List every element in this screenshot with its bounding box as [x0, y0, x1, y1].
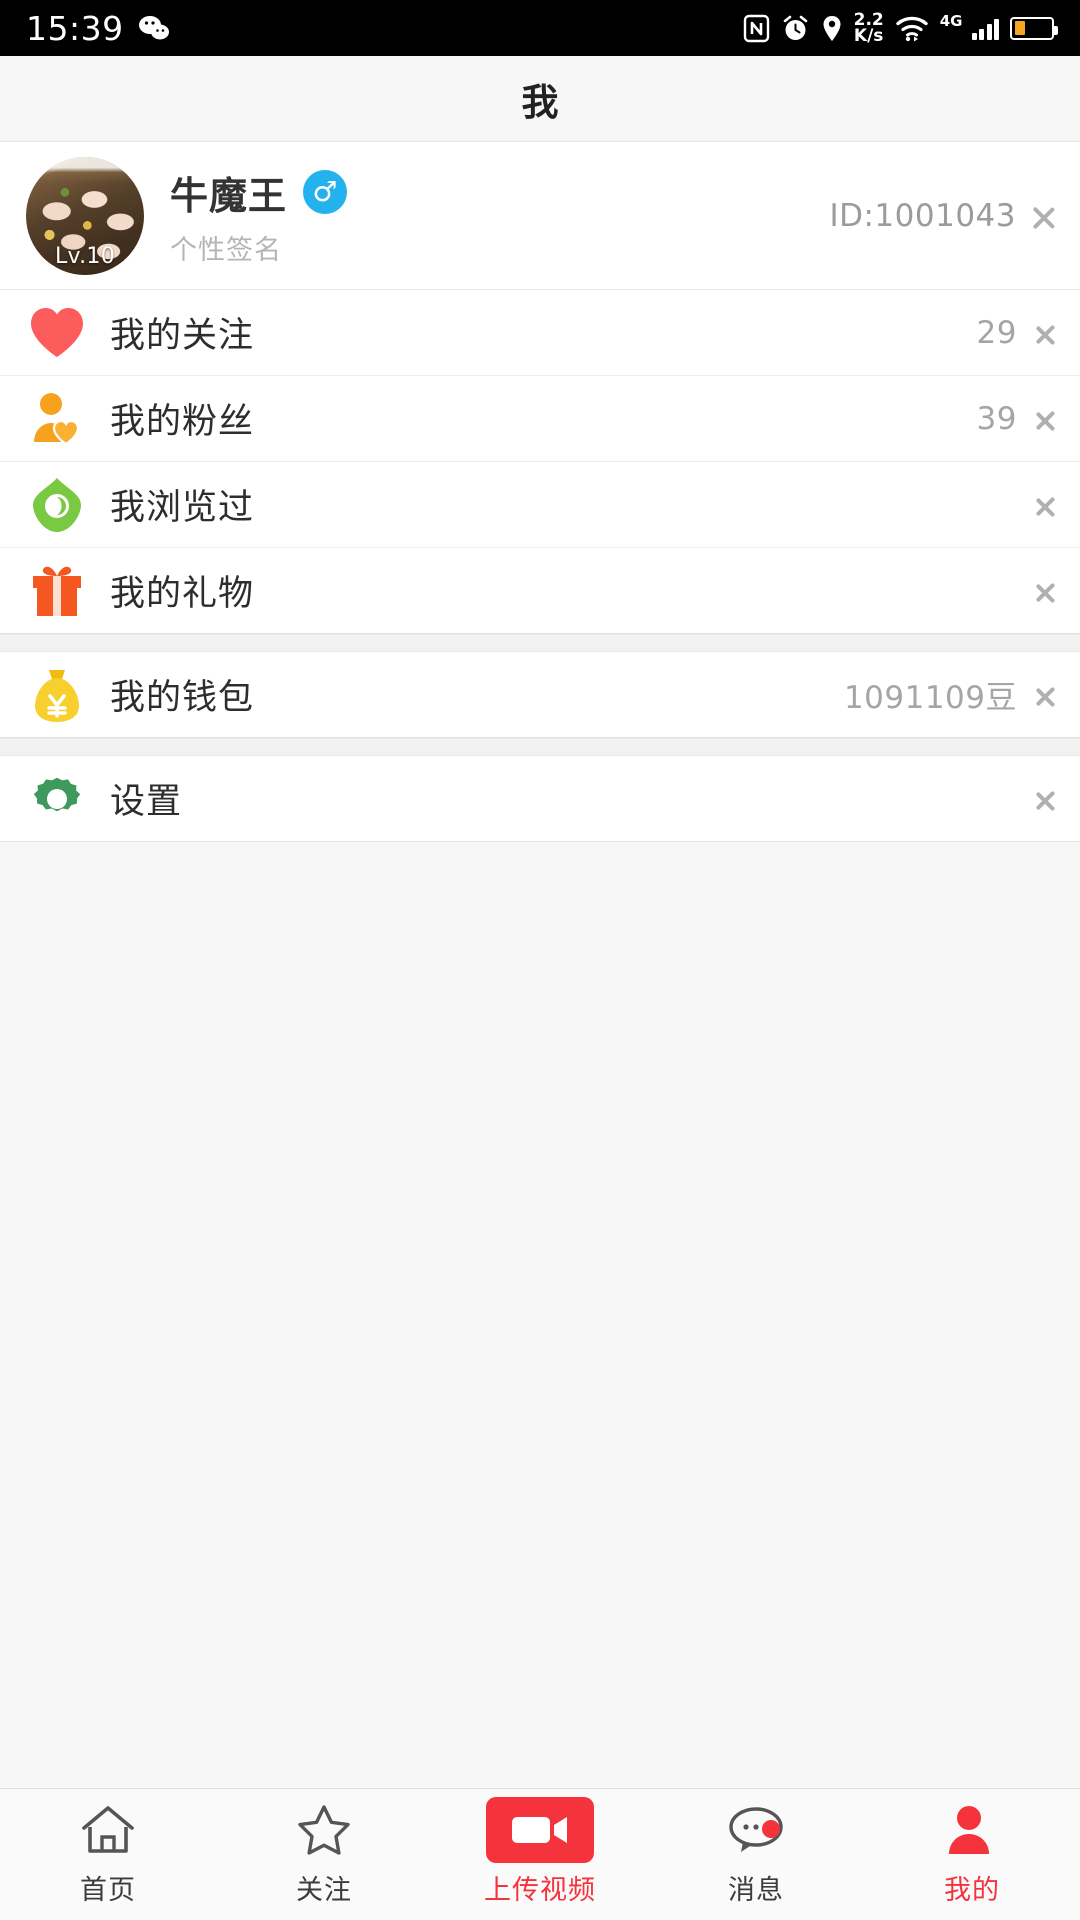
profile-info: 牛魔王 ♂ 个性签名: [170, 165, 348, 267]
nfc-icon: [743, 14, 770, 43]
group-separator: [0, 738, 1080, 756]
menu-item-label: 我浏览过: [110, 488, 255, 528]
money-bag-icon: [26, 664, 88, 726]
avatar[interactable]: Lv.10: [26, 156, 144, 275]
menu-item-label: 设置: [110, 782, 183, 822]
eye-icon: [26, 474, 88, 536]
network-speed: 2.2 K/s: [853, 11, 884, 46]
profile-id: ID:1001043: [829, 197, 1016, 234]
menu-item-gifts[interactable]: 我的礼物: [0, 548, 1080, 634]
network-type: 4G: [939, 12, 963, 30]
menu-item-value: 29: [976, 314, 1017, 351]
menu-item-right: [1017, 574, 1054, 608]
page-title: 我: [521, 80, 559, 124]
menu-group-two: 我的钱包 1091109豆: [0, 652, 1080, 738]
menu-item-right: 29: [977, 315, 1054, 351]
tab-label: 关注: [296, 1875, 352, 1906]
tab-label: 我的: [944, 1875, 1000, 1906]
menu-item-right: [1017, 782, 1054, 816]
gift-icon: [26, 560, 88, 622]
video-camera-icon: [486, 1797, 594, 1863]
alarm-icon: [781, 14, 810, 43]
empty-area: [0, 842, 1080, 1788]
tab-label: 上传视频: [484, 1875, 596, 1906]
menu-item-label: 我的钱包: [110, 678, 255, 718]
tab-mine[interactable]: 我的: [762, 1802, 1080, 1907]
heart-icon: [26, 302, 88, 364]
status-bar-right: 2.2 K/s 4G: [743, 11, 1058, 46]
menu-item-right: 1091109豆: [844, 672, 1054, 717]
status-bar-left: 15:39: [26, 9, 170, 48]
chevron-right-icon: [1035, 678, 1054, 712]
menu-item-right: 39: [977, 401, 1054, 437]
profile-signature: 个性签名: [170, 234, 282, 266]
menu-item-label: 我的关注: [110, 316, 255, 356]
group-separator: [0, 634, 1080, 652]
tab-message[interactable]: 消息: [648, 1802, 864, 1907]
menu-item-following[interactable]: 我的关注 29: [0, 290, 1080, 376]
tab-upload-video[interactable]: 上传视频: [432, 1797, 648, 1907]
notification-dot: [762, 1820, 780, 1838]
menu-item-label: 我的礼物: [110, 574, 255, 614]
bottom-navigation: 首页 关注 上传视频 消息 我的: [0, 1788, 1080, 1920]
status-time: 15:39: [26, 8, 124, 48]
chevron-right-icon: [1035, 488, 1054, 522]
page-title-bar: 我: [0, 56, 1080, 142]
menu-item-browsed[interactable]: 我浏览过: [0, 462, 1080, 548]
menu-item-value: 1091109豆: [843, 680, 1017, 716]
battery-icon: [1010, 16, 1058, 40]
tab-home[interactable]: 首页: [0, 1802, 216, 1907]
menu-group-three: 设置: [0, 756, 1080, 842]
level-badge: Lv.10: [54, 243, 116, 269]
signal-bars-icon: [971, 16, 999, 40]
person-icon: [944, 1802, 1000, 1858]
chevron-right-icon: [1032, 196, 1054, 236]
menu-item-label: 我的粉丝: [110, 402, 255, 442]
menu-item-fans[interactable]: 我的粉丝 39: [0, 376, 1080, 462]
menu-item-right: [1017, 488, 1054, 522]
gear-icon: [26, 768, 88, 830]
tab-follow[interactable]: 关注: [216, 1802, 432, 1907]
person-heart-icon: [26, 388, 88, 450]
status-bar: 15:39 2.2 K/s 4G: [0, 0, 1080, 56]
username: 牛魔王: [170, 173, 288, 218]
tab-label: 首页: [80, 1875, 136, 1906]
chevron-right-icon: [1035, 316, 1054, 350]
upload-button[interactable]: [486, 1797, 594, 1863]
network-speed-unit: K/s: [853, 26, 884, 46]
menu-item-wallet[interactable]: 我的钱包 1091109豆: [0, 652, 1080, 738]
profile-card[interactable]: Lv.10 牛魔王 ♂ 个性签名 ID:1001043: [0, 142, 1080, 290]
chevron-right-icon: [1035, 782, 1054, 816]
chevron-right-icon: [1035, 574, 1054, 608]
chevron-right-icon: [1035, 402, 1054, 436]
profile-right: ID:1001043: [829, 196, 1054, 236]
gender-badge-icon: ♂: [303, 170, 348, 214]
page-content: Lv.10 牛魔王 ♂ 个性签名 ID:1001043 我的关注 29 我的粉丝…: [0, 142, 1080, 1788]
star-icon: [297, 1802, 351, 1858]
menu-item-settings[interactable]: 设置: [0, 756, 1080, 842]
home-icon: [80, 1802, 136, 1858]
tab-label: 消息: [728, 1875, 784, 1906]
location-pin-icon: [821, 14, 843, 43]
menu-item-value: 39: [976, 400, 1017, 437]
wifi-icon: [895, 14, 929, 42]
app-screen: 15:39 2.2 K/s 4G 我 Lv.10 牛魔王 ♂ 个性签名 ID:1…: [0, 0, 1080, 1920]
profile-name-line: 牛魔王 ♂: [170, 165, 348, 220]
wechat-icon: [138, 15, 170, 41]
menu-group-one: 我的关注 29 我的粉丝 39 我浏览过 我的礼物: [0, 290, 1080, 634]
